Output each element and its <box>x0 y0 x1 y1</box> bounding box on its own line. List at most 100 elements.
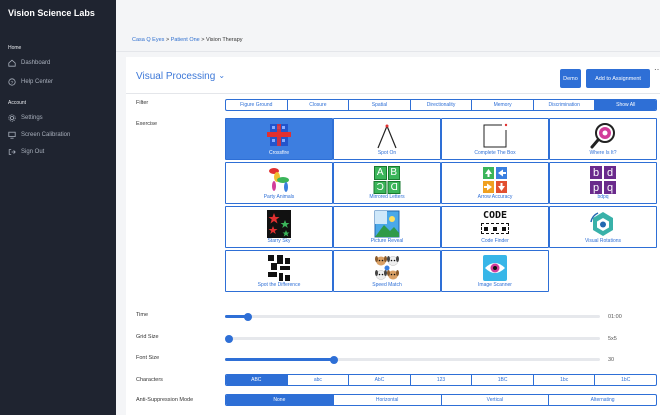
exercise-card-arrow-accuracy[interactable]: Arrow Accuracy <box>441 162 549 204</box>
exercise-card-code-finder[interactable]: CODE Code Finder <box>441 206 549 248</box>
divider <box>126 93 660 94</box>
home-icon <box>8 59 16 67</box>
exercise-card-party-animals[interactable]: Party Animals <box>225 162 333 204</box>
sidebar-item-label: Help Center <box>21 79 54 85</box>
exercise-card-crossfire[interactable]: Crossfire <box>225 118 333 160</box>
breadcrumb-separator: > <box>165 37 170 43</box>
arrows-icon <box>483 167 507 193</box>
filter-tab-spatial[interactable]: Spatial <box>349 100 411 110</box>
filter-tab-memory[interactable]: Memory <box>472 100 534 110</box>
characters-option-123[interactable]: 123 <box>411 375 473 385</box>
sign-out-icon <box>8 149 16 155</box>
characters-option-1bc-lower[interactable]: 1bc <box>534 375 596 385</box>
breadcrumb-current: Vision Therapy <box>206 37 243 43</box>
anti-suppression-option-vertical[interactable]: Vertical <box>442 395 550 405</box>
filter-tab-closure[interactable]: Closure <box>288 100 350 110</box>
letter-tile: p <box>590 181 602 194</box>
eye-icon <box>483 255 507 281</box>
brand-logo: Vision Science Labs <box>8 8 95 18</box>
add-to-assignment-button[interactable]: Add to Assignment <box>586 69 650 88</box>
card-label: Starry Sky <box>267 238 291 244</box>
card-label: Spot the Difference <box>257 282 301 288</box>
svg-text:?: ? <box>11 80 14 86</box>
exercise-card-starry-sky[interactable]: Starry Sky <box>225 206 333 248</box>
letter-tile: A <box>374 166 387 180</box>
monitor-icon <box>8 131 16 139</box>
characters-option-1bc-mixed[interactable]: 1bC <box>595 375 656 385</box>
exercise-card-mirrored-letters[interactable]: A B C D Mirrored Letters <box>333 162 441 204</box>
card-label: Crossfire <box>268 150 289 156</box>
filter-tab-show-all[interactable]: Show All <box>595 100 656 110</box>
font-size-slider[interactable] <box>225 355 600 364</box>
page-title: Visual Processing <box>136 71 216 82</box>
exercise-card-bdpq[interactable]: b d p q bdpq <box>549 162 657 204</box>
more-options-icon[interactable]: ⋯ <box>654 65 660 74</box>
anti-suppression-label: Anti-Suppression Mode <box>136 397 194 403</box>
characters-label: Characters <box>136 377 163 383</box>
sidebar-item-sign-out[interactable]: Sign Out <box>8 147 44 157</box>
characters-option-abc-upper[interactable]: ABC <box>226 375 288 385</box>
exercise-card-speed-match[interactable]: Speed Match <box>333 250 441 292</box>
chevron-down-icon: ⌄ <box>218 70 226 80</box>
characters-option-abc-mixed[interactable]: AbC <box>349 375 411 385</box>
nav-section-account: Account <box>8 100 27 106</box>
exercise-panel: Visual Processing ⌄ Demo Add to Assignme… <box>126 57 660 415</box>
exercise-card-complete-the-box[interactable]: Complete The Box <box>441 118 549 160</box>
slider-handle[interactable] <box>225 334 233 343</box>
anti-suppression-option-horizontal[interactable]: Horizontal <box>334 395 442 405</box>
spot-on-icon <box>377 124 397 149</box>
time-slider[interactable] <box>225 312 600 321</box>
card-label: Picture Reveal <box>370 238 404 244</box>
top-bar: Casa Q Eyes > Patient One > Vision Thera… <box>116 0 660 52</box>
filter-tab-discrimination[interactable]: Discrimination <box>534 100 596 110</box>
pattern-icon <box>268 255 290 281</box>
time-label: Time <box>136 312 149 318</box>
sidebar: Vision Science Labs Home Dashboard ? Hel… <box>0 0 116 415</box>
card-label: bdpq <box>597 194 609 200</box>
sidebar-item-help-center[interactable]: ? Help Center <box>8 77 53 87</box>
category-dropdown[interactable]: Visual Processing ⌄ <box>136 70 226 83</box>
code-icon: CODE <box>478 210 512 238</box>
characters-option-1bc-upper[interactable]: 1BC <box>472 375 534 385</box>
card-label: Mirrored Letters <box>369 194 405 200</box>
letter-tile: D <box>387 180 400 194</box>
sidebar-item-settings[interactable]: Settings <box>8 113 43 123</box>
card-label: Arrow Accuracy <box>477 194 513 200</box>
exercise-card-visual-rotations[interactable]: Visual Rotations <box>549 206 657 248</box>
exercise-card-spot-on[interactable]: Spot On <box>333 118 441 160</box>
card-label: Spot On <box>377 150 397 156</box>
grid-size-slider[interactable] <box>225 334 600 343</box>
grid-size-value: 5x5 <box>608 336 617 342</box>
filter-tabs: Figure Ground Closure Spatial Directiona… <box>225 99 657 111</box>
letter-tile: C <box>374 180 387 194</box>
slider-handle[interactable] <box>243 312 252 321</box>
exercise-label: Exercise <box>136 121 158 127</box>
slider-handle[interactable] <box>329 355 338 364</box>
sidebar-item-screen-calibration[interactable]: Screen Calibration <box>8 130 70 140</box>
breadcrumb-casa-q-eyes[interactable]: Casa Q Eyes <box>132 37 164 43</box>
stars-icon <box>267 210 291 238</box>
exercise-card-spot-the-difference[interactable]: Spot the Difference <box>225 250 333 292</box>
crossfire-icon <box>267 124 291 146</box>
sidebar-item-dashboard[interactable]: Dashboard <box>8 58 50 68</box>
card-label: Code Finder <box>481 238 509 244</box>
font-size-label: Font Size <box>136 355 160 361</box>
exercise-card-image-scanner[interactable]: Image Scanner <box>441 250 549 292</box>
exercise-card-where-is-it[interactable]: Where Is It? <box>549 118 657 160</box>
card-label: Visual Rotations <box>584 238 622 244</box>
anti-suppression-option-alternating[interactable]: Alternating <box>549 395 656 405</box>
gear-icon <box>8 114 16 122</box>
characters-option-abc-lower[interactable]: abc <box>288 375 350 385</box>
font-size-value: 30 <box>608 357 615 363</box>
mirrored-letters-icon: A B C D <box>374 166 400 194</box>
card-label: Speed Match <box>372 282 402 288</box>
filter-tab-figure-ground[interactable]: Figure Ground <box>226 100 288 110</box>
breadcrumb-patient-one[interactable]: Patient One <box>171 37 200 43</box>
exercise-card-picture-reveal[interactable]: Picture Reveal <box>333 206 441 248</box>
nav-section-home: Home <box>8 45 22 51</box>
anti-suppression-selector: None Horizontal Vertical Alternating <box>225 394 657 406</box>
filter-tab-directionality[interactable]: Directionality <box>411 100 473 110</box>
anti-suppression-option-none[interactable]: None <box>226 395 334 405</box>
demo-button[interactable]: Demo <box>560 69 581 88</box>
letter-tile: q <box>604 181 616 194</box>
